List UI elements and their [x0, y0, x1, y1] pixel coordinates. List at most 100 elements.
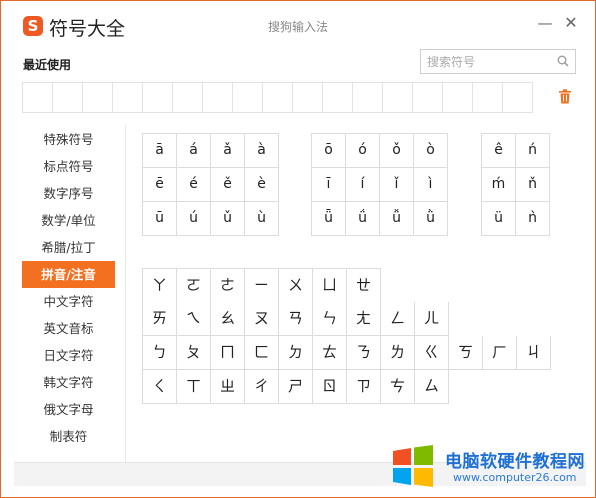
symbol-cell[interactable]: ū	[143, 202, 177, 236]
bopomofo-cell[interactable]: ㄏ	[483, 336, 517, 370]
recent-symbol-slot[interactable]	[502, 82, 533, 113]
sidebar-item[interactable]: 标点符号	[22, 153, 115, 180]
bopomofo-cell[interactable]: ㄝ	[347, 269, 381, 303]
recent-symbol-slot[interactable]	[442, 82, 473, 113]
recent-symbol-slot[interactable]	[322, 82, 353, 113]
symbol-cell[interactable]: ǜ	[414, 202, 448, 236]
bopomofo-cell[interactable]: ㄥ	[381, 302, 415, 336]
bopomofo-cell[interactable]: ㄜ	[211, 269, 245, 303]
bopomofo-cell[interactable]: ㄦ	[415, 302, 449, 336]
symbol-cell[interactable]: ǚ	[380, 202, 414, 236]
symbol-cell[interactable]: ě	[211, 168, 245, 202]
symbol-cell[interactable]: é	[177, 168, 211, 202]
bopomofo-cell[interactable]: ㄣ	[313, 302, 347, 336]
symbol-cell[interactable]: í	[346, 168, 380, 202]
symbol-cell[interactable]: ǎ	[211, 134, 245, 168]
symbol-cell[interactable]: ē	[143, 168, 177, 202]
bopomofo-cell[interactable]: ㄒ	[177, 370, 211, 404]
bopomofo-cell[interactable]: ㄍ	[415, 336, 449, 370]
symbol-cell[interactable]: ü	[482, 202, 516, 236]
sidebar-item[interactable]: 数字序号	[22, 180, 115, 207]
sidebar-item[interactable]: 韩文字符	[22, 369, 115, 396]
symbol-cell[interactable]: ù	[245, 202, 279, 236]
symbol-cell[interactable]: ú	[177, 202, 211, 236]
sidebar-item[interactable]: 特殊符号	[22, 126, 115, 153]
bopomofo-cell[interactable]: ㄠ	[211, 302, 245, 336]
symbol-cell[interactable]: ê	[482, 134, 516, 168]
recent-symbol-slot[interactable]	[412, 82, 443, 113]
bopomofo-cell[interactable]: ㄊ	[313, 336, 347, 370]
recent-symbol-slot[interactable]	[52, 82, 83, 113]
symbol-cell[interactable]: ī	[312, 168, 346, 202]
symbol-cell[interactable]: ō	[312, 134, 346, 168]
bopomofo-cell[interactable]: ㄑ	[143, 370, 177, 404]
bopomofo-cell[interactable]: ㄗ	[347, 370, 381, 404]
bopomofo-cell[interactable]: ㄛ	[177, 269, 211, 303]
sidebar-item[interactable]: 希腊/拉丁	[22, 234, 115, 261]
symbol-cell[interactable]: ó	[346, 134, 380, 168]
symbol-cell[interactable]: ǘ	[346, 202, 380, 236]
bopomofo-cell[interactable]: ㄘ	[381, 370, 415, 404]
bopomofo-cell[interactable]: ㄋ	[347, 336, 381, 370]
bopomofo-cell[interactable]: ㄈ	[245, 336, 279, 370]
bopomofo-cell[interactable]: ㄡ	[245, 302, 279, 336]
bopomofo-cell[interactable]: ㄞ	[143, 302, 177, 336]
bopomofo-cell[interactable]: ㄨ	[279, 269, 313, 303]
symbol-cell[interactable]: ḿ	[482, 168, 516, 202]
symbol-cell[interactable]: ǖ	[312, 202, 346, 236]
sidebar-item[interactable]: 俄文字母	[22, 396, 115, 423]
title-bar[interactable]: S 符号大全 搜狗输入法 — ✕	[1, 1, 595, 45]
symbol-cell[interactable]: ń	[516, 134, 550, 168]
bopomofo-cell[interactable]: ㄕ	[279, 370, 313, 404]
symbol-cell[interactable]: ǔ	[211, 202, 245, 236]
recent-symbol-slot[interactable]	[352, 82, 383, 113]
bopomofo-cell[interactable]: ㄟ	[177, 302, 211, 336]
sidebar-item[interactable]: 拼音/注音	[22, 261, 115, 288]
symbol-cell[interactable]: á	[177, 134, 211, 168]
recent-symbol-slot[interactable]	[142, 82, 173, 113]
recent-symbol-slot[interactable]	[112, 82, 143, 113]
symbol-cell[interactable]: ň	[516, 168, 550, 202]
bopomofo-cell[interactable]: ㄅ	[143, 336, 177, 370]
recent-symbol-slot[interactable]	[262, 82, 293, 113]
sidebar-item[interactable]: 数学/单位	[22, 207, 115, 234]
search-input[interactable]	[421, 50, 551, 73]
symbol-cell[interactable]: à	[245, 134, 279, 168]
close-button[interactable]: ✕	[563, 15, 579, 31]
recent-symbol-slot[interactable]	[172, 82, 203, 113]
bopomofo-cell[interactable]: ㄇ	[211, 336, 245, 370]
recent-symbol-slot[interactable]	[232, 82, 263, 113]
symbol-cell[interactable]: ì	[414, 168, 448, 202]
symbol-cell[interactable]: ǐ	[380, 168, 414, 202]
search-icon[interactable]	[557, 55, 569, 67]
recent-symbol-slot[interactable]	[22, 82, 53, 113]
trash-icon[interactable]	[558, 89, 572, 104]
recent-symbol-slot[interactable]	[82, 82, 113, 113]
recent-symbol-slot[interactable]	[202, 82, 233, 113]
bopomofo-cell[interactable]: ㄔ	[245, 370, 279, 404]
bopomofo-cell[interactable]: ㄙ	[415, 370, 449, 404]
symbol-cell[interactable]: ā	[143, 134, 177, 168]
symbol-cell[interactable]: ǒ	[380, 134, 414, 168]
bopomofo-cell[interactable]: ㄉ	[279, 336, 313, 370]
bopomofo-cell[interactable]: ㄤ	[347, 302, 381, 336]
search-box[interactable]	[420, 49, 576, 74]
bopomofo-cell[interactable]: ㄌ	[381, 336, 415, 370]
recent-symbol-slot[interactable]	[382, 82, 413, 113]
recent-symbol-slot[interactable]	[472, 82, 503, 113]
sidebar-item[interactable]: 中文字符	[22, 288, 115, 315]
symbol-cell[interactable]: è	[245, 168, 279, 202]
bopomofo-cell[interactable]: ㄓ	[211, 370, 245, 404]
recent-symbol-slot[interactable]	[292, 82, 323, 113]
bopomofo-cell[interactable]: ㄖ	[313, 370, 347, 404]
bopomofo-cell[interactable]: ㄆ	[177, 336, 211, 370]
bopomofo-cell[interactable]: ㄐ	[517, 336, 551, 370]
bopomofo-cell[interactable]: ㄧ	[245, 269, 279, 303]
sidebar-item[interactable]: 日文字符	[22, 342, 115, 369]
minimize-button[interactable]: —	[537, 15, 553, 31]
bopomofo-cell[interactable]: ㄢ	[279, 302, 313, 336]
sidebar-item[interactable]: 制表符	[22, 423, 115, 450]
symbol-cell[interactable]: ǹ	[516, 202, 550, 236]
bopomofo-cell[interactable]: ㄚ	[143, 269, 177, 303]
bopomofo-cell[interactable]: ㄎ	[449, 336, 483, 370]
